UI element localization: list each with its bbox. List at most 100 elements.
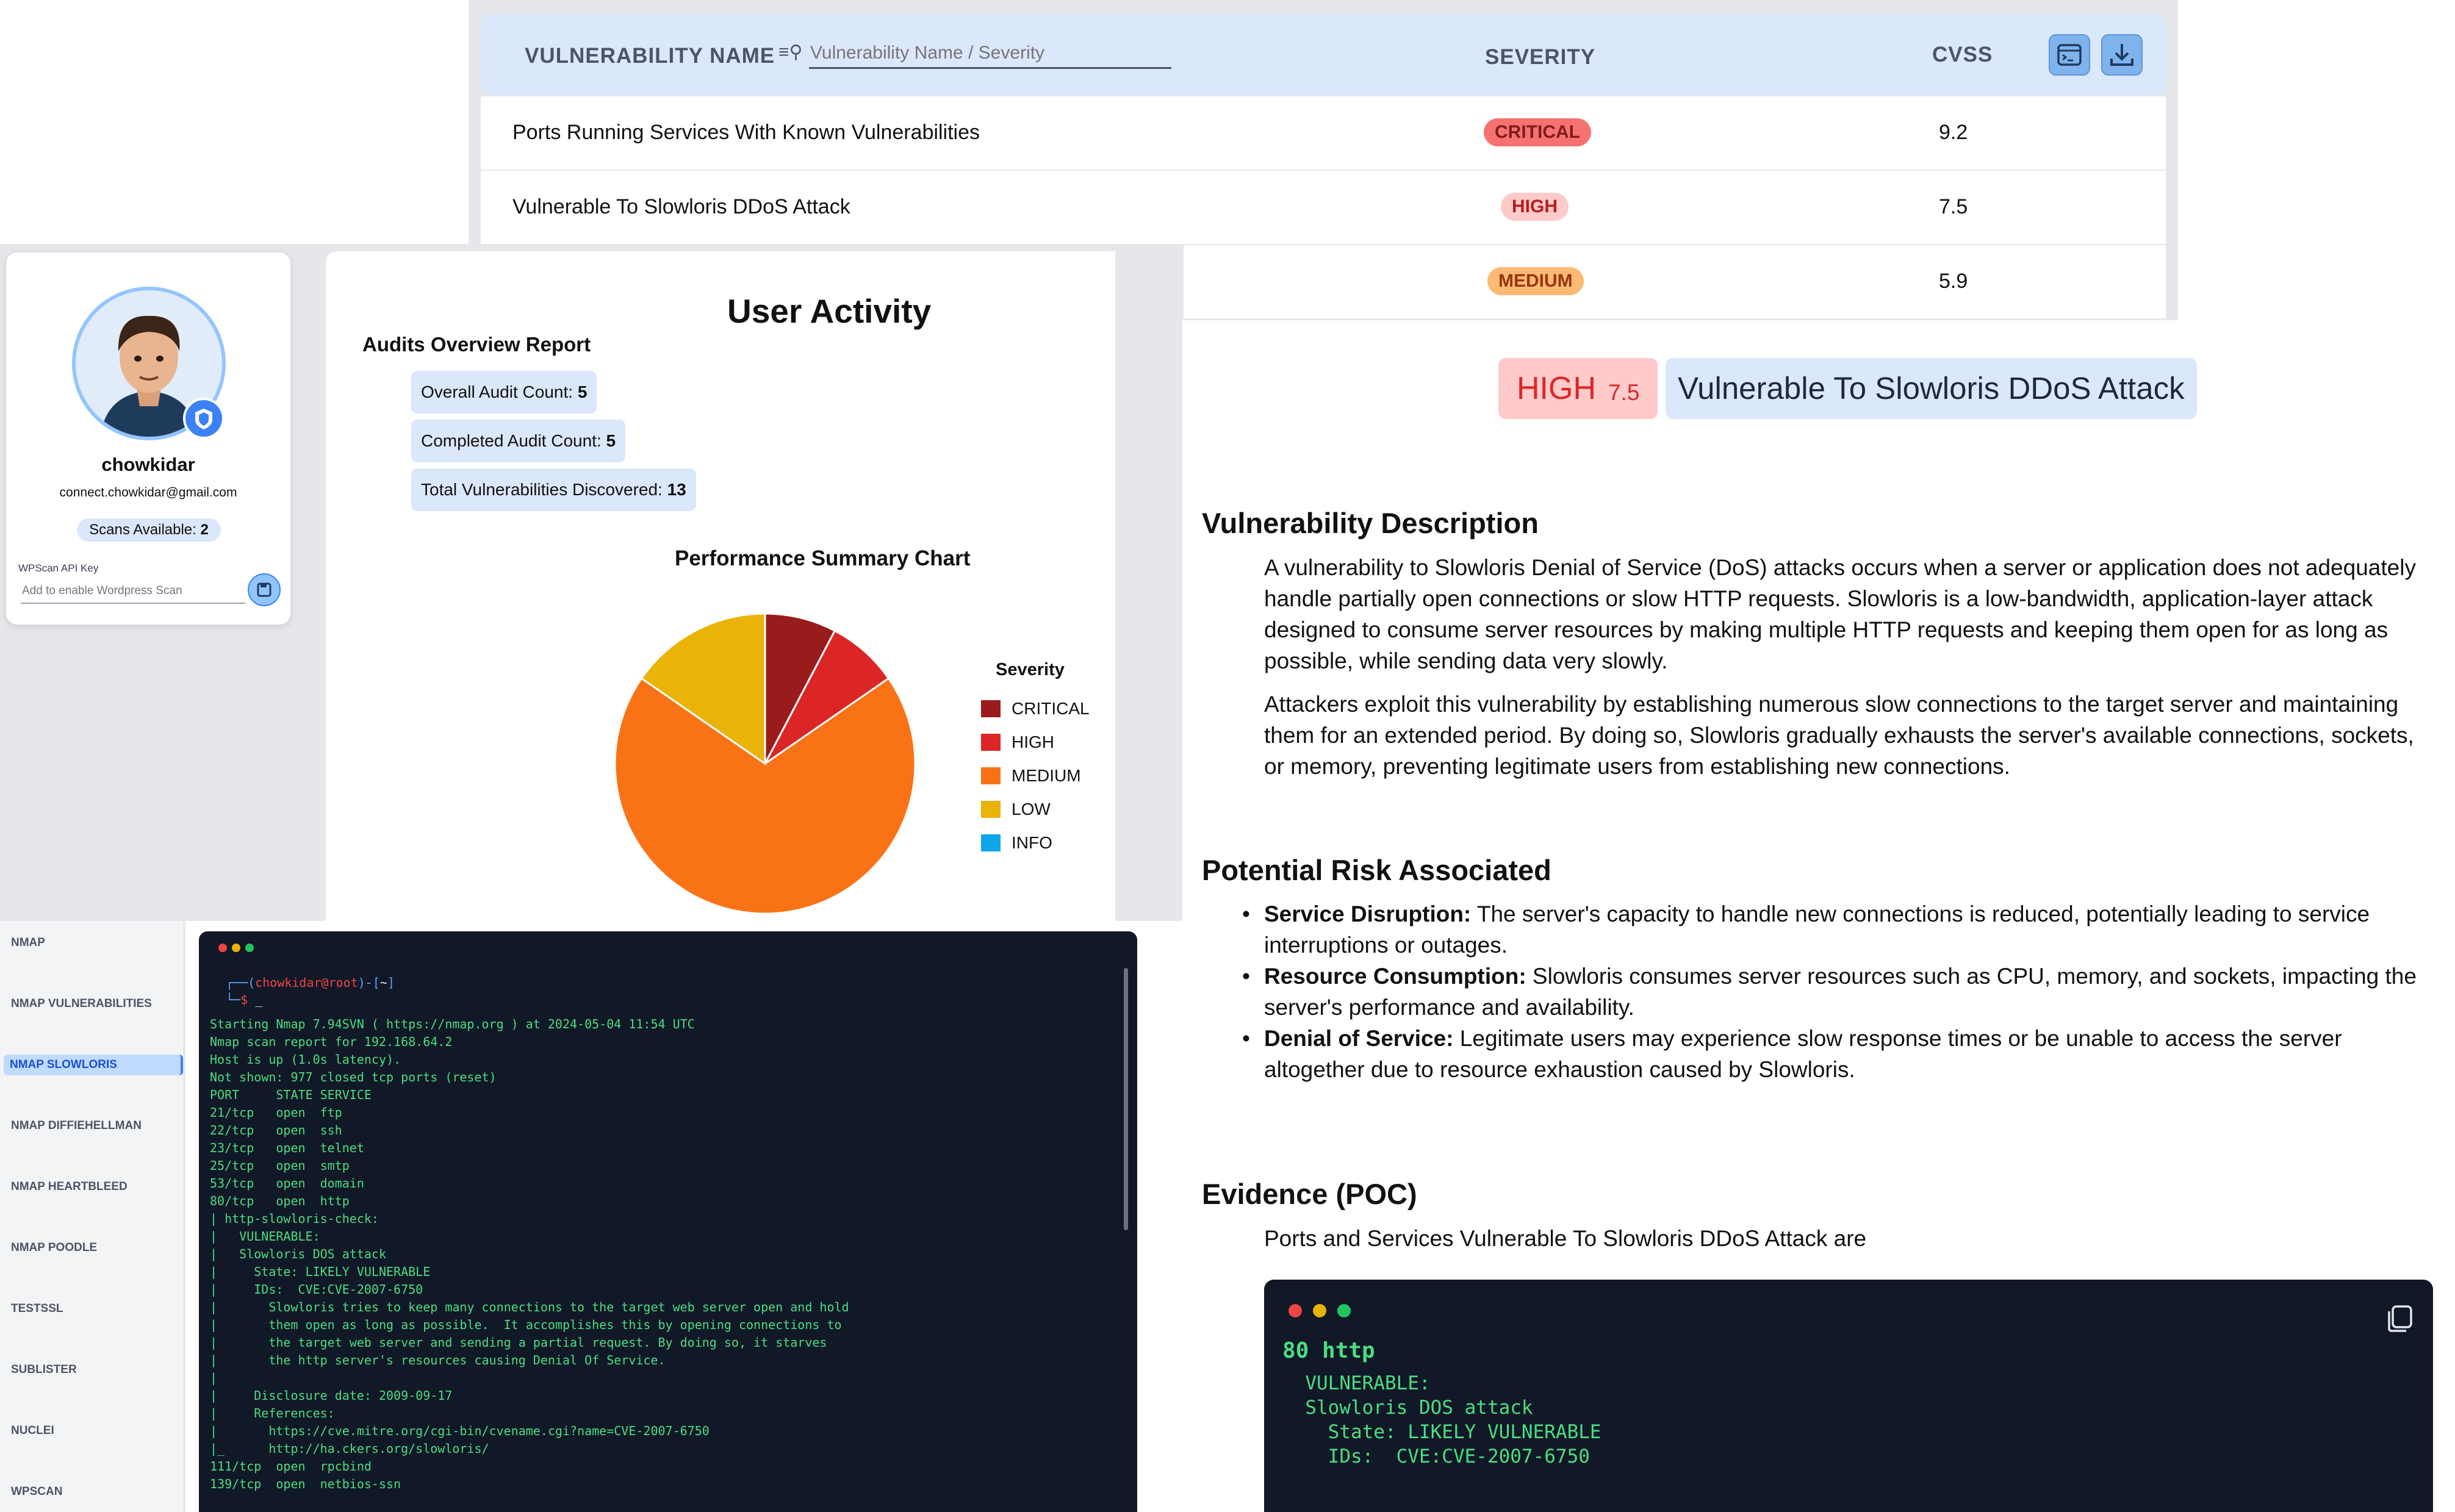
overall-audit-count-value: 5 [577, 382, 588, 401]
overall-audit-count: Overall Audit Count: 5 [411, 371, 597, 414]
close-dot-icon [1289, 1304, 1302, 1317]
overall-audit-count-label: Overall Audit Count: [421, 382, 578, 401]
nav-item[interactable]: NMAP POODLE [11, 1241, 97, 1255]
column-vulnerability-name[interactable]: VULNERABILITY NAME [525, 44, 775, 68]
risk-item: • Service Disruption: The server's capaci… [1242, 898, 2423, 961]
chart-legend: CRITICAL HIGH MEDIUM LOW INFO [981, 692, 1090, 859]
terminal-line: | http-slowloris-check: [210, 1211, 379, 1226]
column-cvss[interactable]: CVSS [1932, 43, 1993, 67]
terminal-line: 21/tcp open ftp [210, 1105, 342, 1120]
completed-audit-count-label: Completed Audit Count: [421, 431, 606, 450]
terminal-line: | VULNERABLE: [210, 1229, 320, 1244]
severity-badge: CRITICAL [1484, 118, 1591, 146]
terminal-line: Nmap scan report for 192.168.64.2 [210, 1034, 453, 1049]
legend-swatch [981, 700, 1001, 717]
detail-severity: HIGH [1517, 371, 1596, 406]
nav-item[interactable]: NMAP DIFFIEHELLMAN [11, 1119, 142, 1133]
wpscan-api-key-input[interactable] [21, 579, 245, 604]
table-row[interactable]: Vulnerable To Slowloris DDoS Attack HIGH… [481, 171, 2166, 245]
copy-icon [2388, 1305, 2412, 1332]
description-heading: Vulnerability Description [1202, 507, 1539, 539]
legend-item[interactable]: CRITICAL [981, 692, 1090, 725]
prompt-dir: ~ [379, 975, 387, 990]
nav-item[interactable]: NUCLEI [11, 1424, 54, 1438]
terminal-line: | [210, 1370, 218, 1385]
description-paragraph-1: A vulnerability to Slowloris Denial of S… [1264, 555, 2416, 673]
severity-score-badge: HIGH 7.5 [1498, 358, 1658, 419]
vulnerability-name: Ports Running Services With Known Vulner… [512, 121, 980, 144]
vulnerability-detail-panel: HIGH 7.5 Vulnerable To Slowloris DDoS At… [1182, 320, 2455, 1512]
copy-button[interactable] [2382, 1298, 2418, 1335]
nav-item[interactable]: NMAP VULNERABILITIES [11, 997, 152, 1011]
detail-title: Vulnerable To Slowloris DDoS Attack [1666, 358, 2197, 419]
terminal-view-button[interactable] [2049, 34, 2090, 76]
risk-heading: Potential Risk Associated [1202, 854, 1551, 886]
evidence-line: Slowloris DOS attack [1282, 1397, 1533, 1419]
wpscan-label: WPScan API Key [18, 562, 99, 574]
terminal-line: | State: LIKELY VULNERABLE [210, 1264, 431, 1279]
evidence-output: VULNERABLE: Slowloris DOS attack State: … [1282, 1371, 1601, 1469]
legend-item[interactable]: HIGH [981, 725, 1090, 759]
terminal-prompt: ┌──(chowkidar@root)-[~] └─$ _ [226, 975, 395, 1007]
nav-item[interactable]: NMAP SLOWLORIS [4, 1055, 183, 1075]
completed-audit-count-value: 5 [606, 431, 616, 450]
terminal-line: PORT STATE SERVICE [210, 1087, 372, 1102]
evidence-intro: Ports and Services Vulnerable To Slowlor… [1264, 1226, 1867, 1251]
severity-pie-chart[interactable] [606, 605, 924, 922]
description-paragraph-2: Attackers exploit this vulnerability by … [1264, 692, 2414, 779]
terminal-line: | https://cve.mitre.org/cgi-bin/cvename.… [210, 1424, 710, 1438]
vulnerability-name: Vulnerable To Slowloris DDoS Attack [512, 195, 850, 218]
profile-card: chowkidar connect.chowkidar@gmail.com Sc… [6, 253, 290, 625]
legend-swatch [981, 834, 1001, 851]
vulnerability-search-input[interactable] [809, 39, 1171, 69]
legend-swatch [981, 767, 1001, 784]
terminal-line: 23/tcp open telnet [210, 1141, 364, 1155]
total-vulnerabilities-label: Total Vulnerabilities Discovered: [421, 480, 667, 499]
evidence-line: IDs: CVE:CVE-2007-6750 [1282, 1446, 1590, 1467]
nav-item[interactable]: NMAP [11, 936, 45, 950]
table-row[interactable]: Ports Running Services With Known Vulner… [481, 96, 2166, 171]
total-vulnerabilities-value: 13 [667, 480, 686, 499]
nav-item[interactable]: SUBLISTER [11, 1363, 77, 1377]
panel-gap [1115, 251, 1182, 639]
bullet-icon: • [1242, 964, 1250, 989]
shield-icon [195, 409, 212, 429]
minimize-dot-icon [232, 944, 240, 952]
bullet-icon: • [1242, 901, 1250, 926]
nav-item[interactable]: NMAP HEARTBLEED [11, 1180, 128, 1194]
terminal-line: Host is up (1.0s latency). [210, 1052, 401, 1067]
risk-term: Resource Consumption: [1264, 964, 1526, 989]
legend-label: CRITICAL [1012, 698, 1090, 718]
legend-item[interactable]: LOW [981, 792, 1090, 826]
terminal-line: | Slowloris tries to keep many connectio… [210, 1300, 849, 1314]
tool-sidebar: NMAP NMAP VULNERABILITIES NMAP SLOWLORIS NM… [0, 921, 185, 1512]
terminal-scrollbar[interactable] [1124, 968, 1128, 1230]
cvss-score: 9.2 [1939, 121, 1968, 144]
nav-item[interactable]: TESTSSL [11, 1302, 63, 1316]
cvss-score: 5.9 [1939, 270, 1968, 293]
detail-score: 7.5 [1608, 380, 1640, 405]
bullet-icon: • [1242, 1026, 1250, 1051]
terminal-line: | References: [210, 1406, 335, 1421]
nav-item[interactable]: WPSCAN [11, 1485, 62, 1499]
legend-item[interactable]: INFO [981, 826, 1090, 859]
save-api-key-button[interactable] [248, 573, 281, 606]
evidence-port: 80 http [1282, 1338, 1375, 1363]
audit-report-title: Audits Overview Report [362, 333, 591, 356]
column-severity[interactable]: SEVERITY [1485, 45, 1595, 70]
profile-username: chowkidar [101, 454, 195, 475]
cvss-score: 7.5 [1939, 195, 1968, 218]
severity-badge: HIGH [1501, 193, 1569, 221]
legend-item[interactable]: MEDIUM [981, 759, 1090, 792]
download-icon [2110, 44, 2133, 66]
terminal-line: 80/tcp open http [210, 1194, 350, 1208]
profile-email: connect.chowkidar@gmail.com [59, 485, 237, 500]
prompt-user: chowkidar@root [255, 975, 358, 990]
terminal-line: 111/tcp open rpcbind [210, 1459, 372, 1474]
verified-badge [183, 398, 225, 439]
legend-swatch [981, 733, 1001, 751]
terminal-line: | them open as long as possible. It acco… [210, 1317, 842, 1332]
download-button[interactable] [2101, 34, 2143, 76]
legend-label: HIGH [1012, 732, 1054, 751]
risk-list: • Service Disruption: The server's capaci… [1242, 898, 2423, 1085]
